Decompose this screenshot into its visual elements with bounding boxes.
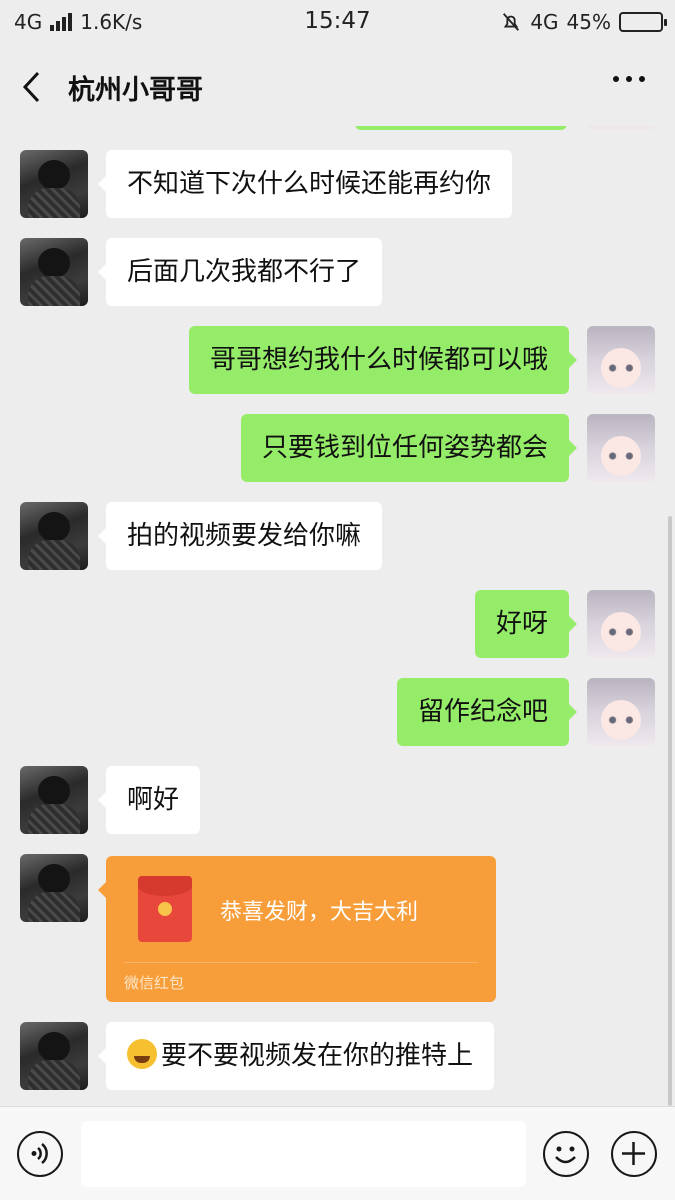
red-packet-card[interactable]: 恭喜发财，大吉大利 微信红包	[98, 856, 496, 1002]
plus-icon[interactable]	[611, 1131, 657, 1177]
avatar-self[interactable]	[587, 126, 655, 130]
message-bubble[interactable]: 啊好	[97, 766, 201, 834]
avatar-self[interactable]	[587, 678, 655, 746]
avatar-contact[interactable]	[20, 766, 88, 834]
status-right: 4G 45%	[500, 10, 667, 34]
message-bubble[interactable]: 不知道下次什么时候还能再约你	[97, 150, 513, 218]
avatar-contact[interactable]	[20, 150, 88, 218]
red-packet-icon	[138, 876, 192, 942]
mute-bell-icon	[503, 13, 520, 31]
sticker-icon[interactable]	[543, 1131, 589, 1177]
facepalm-emoji-icon	[127, 1038, 157, 1069]
avatar-contact[interactable]	[20, 854, 88, 922]
more-dots-icon[interactable]	[613, 76, 645, 82]
red-packet-label: 微信红包	[124, 974, 185, 992]
message-bubble[interactable]: 留作纪念吧	[396, 678, 578, 746]
network-type-right: 4G	[530, 10, 559, 34]
chevron-left-icon[interactable]	[20, 70, 44, 104]
nav-bar: 杭州小哥哥	[0, 46, 675, 126]
avatar-contact[interactable]	[20, 1022, 88, 1090]
red-packet-divider	[124, 962, 478, 963]
battery-percent: 45%	[566, 10, 611, 34]
status-bar: 4G 1.6K/s 15:47 4G 45%	[0, 0, 675, 46]
message-bubble[interactable]: 只要钱到位任何姿势都会	[240, 414, 578, 482]
message-bubble[interactable]: 好呀	[474, 590, 578, 658]
scrollbar[interactable]	[668, 516, 672, 1106]
avatar-self[interactable]	[587, 326, 655, 394]
avatar-contact[interactable]	[20, 238, 88, 306]
message-bubble[interactable]: 哥哥想约我什么时候都可以哦	[188, 326, 578, 394]
message-text: 要不要视频发在你的推特上	[161, 1041, 474, 1071]
red-packet-greeting: 恭喜发财，大吉大利	[220, 900, 419, 925]
avatar-self[interactable]	[587, 590, 655, 658]
avatar-contact[interactable]	[20, 502, 88, 570]
battery-icon	[619, 12, 667, 32]
avatar-self[interactable]	[587, 414, 655, 482]
message-bubble[interactable]: 拍的视频要发给你嘛	[97, 502, 383, 570]
voice-icon[interactable]	[17, 1131, 63, 1177]
message-bubble[interactable]: 后面几次我都不行了	[97, 238, 383, 306]
input-bar	[0, 1106, 675, 1200]
chat-area[interactable]: 不知道下次什么时候还能再约你 后面几次我都不行了 哥哥想约我什么时候都可以哦 只…	[0, 126, 675, 1106]
message-bubble-partial[interactable]	[355, 126, 567, 130]
message-bubble-with-emoji[interactable]: 要不要视频发在你的推特上	[97, 1022, 495, 1090]
chat-title: 杭州小哥哥	[68, 75, 203, 106]
message-input[interactable]	[81, 1121, 526, 1187]
